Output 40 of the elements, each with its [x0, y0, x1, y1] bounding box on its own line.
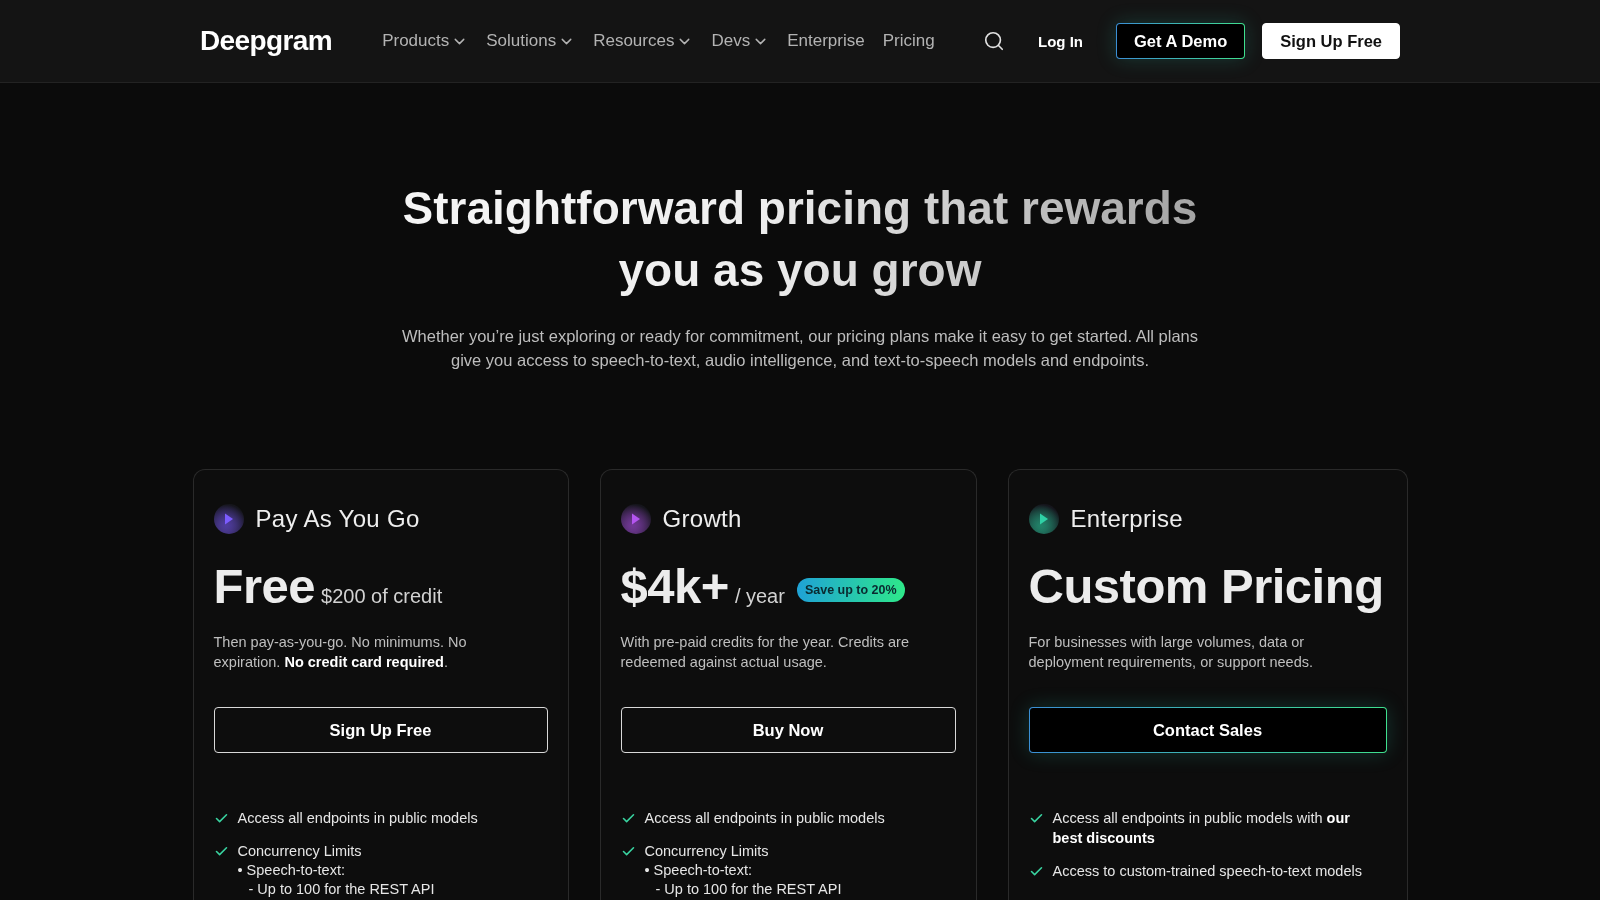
plan-price: $4k+: [620, 558, 729, 614]
orb-icon: [620, 504, 651, 534]
plan-button[interactable]: Contact Sales: [1028, 707, 1387, 753]
signup-button[interactable]: Sign Up Free: [1262, 23, 1400, 59]
feature-text: Access all endpoints in public models with our best discounts: [1052, 809, 1351, 848]
nav-link[interactable]: Products: [382, 31, 469, 51]
plan-button[interactable]: Sign Up Free: [213, 707, 548, 753]
feature-detail: • Speech-to-text:: [644, 861, 753, 880]
search-icon[interactable]: [983, 30, 1005, 52]
feature-text: Access to custom-trained speech-to-text models: [1052, 862, 1363, 881]
feature-detail: - Up to 100 for the REST API: [655, 880, 843, 899]
plan-price: Custom Pricing: [1028, 558, 1384, 614]
feature-text: Concurrency Limits: [237, 842, 363, 861]
feature-text: Concurrency Limits: [644, 842, 770, 861]
plan-name: Pay As You Go: [255, 505, 420, 533]
feature-text: Access all endpoints in public models: [237, 809, 479, 828]
page-subtitle: Whether you’re just exploring or ready for commitment, our pricing plans make it easy to get started. All plans give you access to speech-to-text, audio intelligence, and text-to-speech models and endpoints.: [401, 326, 1199, 371]
demo-button[interactable]: Get A Demo: [1116, 23, 1246, 59]
nav-link[interactable]: Pricing: [882, 31, 935, 51]
logo[interactable]: Deepgram: [200, 25, 333, 57]
plan-description: Then pay-as-you-go. No minimums. No expiration. No credit card required.: [213, 633, 468, 672]
plan-description: With pre-paid credits for the year. Credits are redeemed against actual usage.: [620, 633, 910, 672]
nav-link[interactable]: Devs: [711, 31, 770, 51]
price-note: $200 of credit: [321, 584, 443, 608]
plan-name: Enterprise: [1070, 505, 1183, 533]
plan-button[interactable]: Buy Now: [620, 707, 956, 753]
discount-badge: Save up to 20%: [796, 578, 905, 602]
nav-link[interactable]: Enterprise: [787, 31, 865, 51]
plan-name: Growth: [662, 505, 742, 533]
feature-detail: - Up to 100 for the REST API: [248, 880, 436, 899]
login-link[interactable]: Log In: [1038, 32, 1083, 50]
price-note: / year: [734, 584, 785, 608]
nav-link[interactable]: Solutions: [486, 31, 576, 51]
orb-icon: [1028, 504, 1059, 534]
plan-price: Free: [213, 558, 315, 614]
plan-description: For businesses with large volumes, data or deployment requirements, or support needs.: [1028, 633, 1315, 672]
nav-link[interactable]: Resources: [593, 31, 694, 51]
orb-icon: [213, 504, 244, 534]
feature-text: Access all endpoints in public models: [644, 809, 886, 828]
feature-detail: • Speech-to-text:: [237, 861, 346, 880]
